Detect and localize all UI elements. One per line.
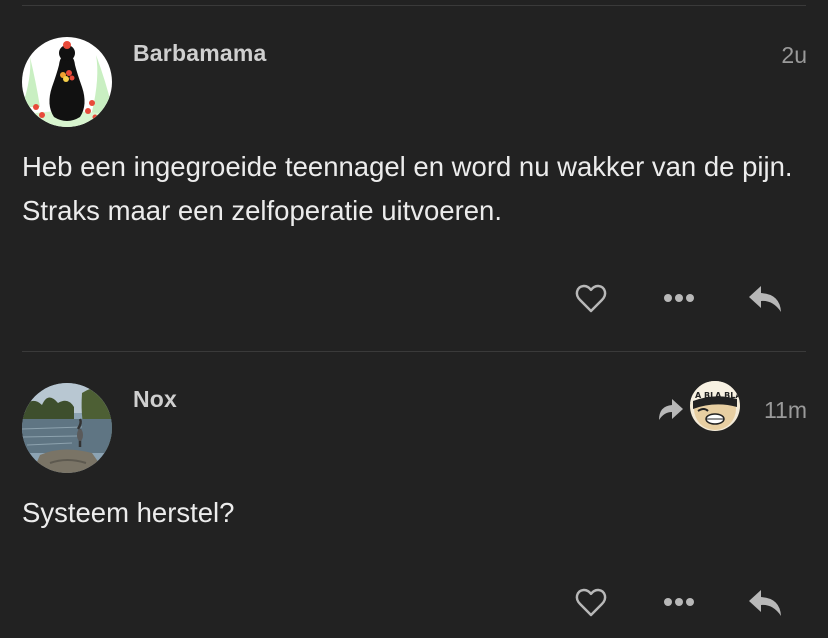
reply-icon [749, 590, 781, 616]
like-button[interactable] [569, 580, 613, 624]
barbamama-avatar[interactable] [22, 37, 112, 127]
post-time[interactable]: 2u [781, 42, 807, 69]
heron-lake-avatar-image [22, 383, 112, 473]
boosted-by-avatar[interactable]: A BLA BLA [690, 381, 740, 431]
post-content: Systeem herstel? [22, 497, 235, 528]
post-username[interactable]: Nox [133, 386, 177, 413]
more-icon [664, 598, 694, 606]
post-time[interactable]: 11m [764, 397, 807, 424]
boost-icon [659, 399, 683, 420]
heart-icon [575, 284, 607, 313]
post-username[interactable]: Barbamama [133, 40, 266, 67]
more-button[interactable] [657, 580, 701, 624]
barbamama-avatar-image [22, 37, 112, 127]
reply-icon [749, 286, 781, 312]
post-nox[interactable]: Nox A BLA BLA 11m Systeem herstel? [0, 352, 828, 638]
more-icon [664, 294, 694, 302]
post-content: Heb een ingegroeide teennagel en word nu… [22, 151, 793, 226]
reply-button[interactable] [743, 276, 787, 320]
blabla-avatar-image: A BLA BLA [690, 381, 740, 431]
post-barbamama[interactable]: Barbamama 2u Heb een ingegroeide teennag… [0, 0, 828, 350]
more-button[interactable] [657, 276, 701, 320]
boosted-by-avatar-text: A BLA BLA [695, 391, 740, 400]
heron-lake-avatar[interactable] [22, 383, 112, 473]
like-button[interactable] [569, 276, 613, 320]
reply-button[interactable] [743, 580, 787, 624]
heart-icon [575, 588, 607, 617]
